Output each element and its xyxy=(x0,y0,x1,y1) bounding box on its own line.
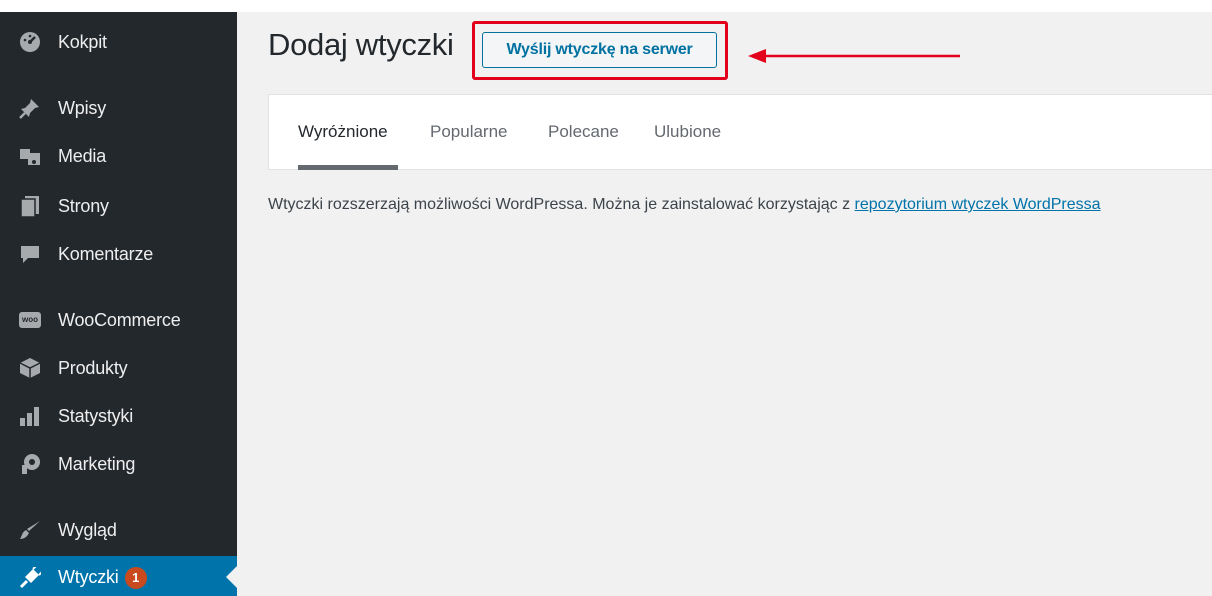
page-title: Dodaj wtyczki xyxy=(268,27,454,62)
dashboard-icon xyxy=(18,30,42,54)
sidebar-item-wtyczki[interactable]: Wtyczki 1 xyxy=(0,556,237,596)
products-icon xyxy=(18,356,42,380)
comments-icon xyxy=(18,242,42,266)
sidebar-item-label: Wygląd xyxy=(58,519,117,540)
appearance-icon xyxy=(18,518,42,542)
megaphone-icon xyxy=(18,452,42,476)
active-tab-indicator xyxy=(298,165,398,170)
update-count-badge: 1 xyxy=(124,567,147,590)
sidebar-item-label: Wpisy xyxy=(58,97,106,118)
sidebar-item-marketing[interactable]: Marketing xyxy=(0,442,237,486)
sidebar-item-label-text: Wtyczki xyxy=(58,566,119,587)
description-text: Wtyczki rozszerzają możliwości WordPress… xyxy=(268,196,855,213)
tab-polecane[interactable]: Polecane xyxy=(548,122,619,142)
sidebar-item-label: WooCommerce xyxy=(58,309,181,330)
plugins-icon xyxy=(18,566,42,590)
sidebar-item-label: Strony xyxy=(58,195,109,216)
plugin-filter-bar: Wyróżnione Popularne Polecane Ulubione xyxy=(268,94,1212,170)
tab-wyroznione[interactable]: Wyróżnione xyxy=(298,122,388,142)
sidebar-item-wyglad[interactable]: Wygląd xyxy=(0,508,237,552)
pin-icon xyxy=(18,96,42,120)
sidebar-item-wpisy[interactable]: Wpisy xyxy=(0,86,237,130)
woocommerce-icon-text: woo xyxy=(19,312,41,328)
woocommerce-icon: woo xyxy=(18,308,42,332)
sidebar-item-strony[interactable]: Strony xyxy=(0,184,237,228)
sidebar-item-label: Statystyki xyxy=(58,405,134,426)
sidebar-item-woocommerce[interactable]: woo WooCommerce xyxy=(0,298,237,342)
sidebar-item-label: Produkty xyxy=(58,357,128,378)
sidebar-item-media[interactable]: Media xyxy=(0,134,237,178)
admin-sidebar: Kokpit Wpisy Media Strony Komentarze woo… xyxy=(0,12,237,596)
sidebar-item-produkty[interactable]: Produkty xyxy=(0,346,237,390)
media-icon xyxy=(18,144,42,168)
stats-icon xyxy=(18,404,42,428)
sidebar-item-label: Komentarze xyxy=(58,243,154,264)
pages-icon xyxy=(18,194,42,218)
plugin-directory-link[interactable]: repozytorium wtyczek WordPressa xyxy=(855,196,1101,213)
annotation-highlight-box xyxy=(472,21,728,80)
tab-popularne[interactable]: Popularne xyxy=(430,122,508,142)
sidebar-item-kokpit[interactable]: Kokpit xyxy=(0,20,237,64)
sidebar-item-label: Media xyxy=(58,145,107,166)
sidebar-item-label: Marketing xyxy=(58,453,136,474)
tab-ulubione[interactable]: Ulubione xyxy=(654,122,721,142)
plugins-description: Wtyczki rozszerzają możliwości WordPress… xyxy=(268,196,1101,214)
annotation-arrow xyxy=(748,49,960,63)
sidebar-item-statystyki[interactable]: Statystyki xyxy=(0,394,237,438)
sidebar-item-komentarze[interactable]: Komentarze xyxy=(0,232,237,276)
sidebar-item-label: Kokpit xyxy=(58,31,107,52)
sidebar-item-label: Wtyczki 1 xyxy=(58,566,147,590)
top-strip xyxy=(0,0,1212,12)
